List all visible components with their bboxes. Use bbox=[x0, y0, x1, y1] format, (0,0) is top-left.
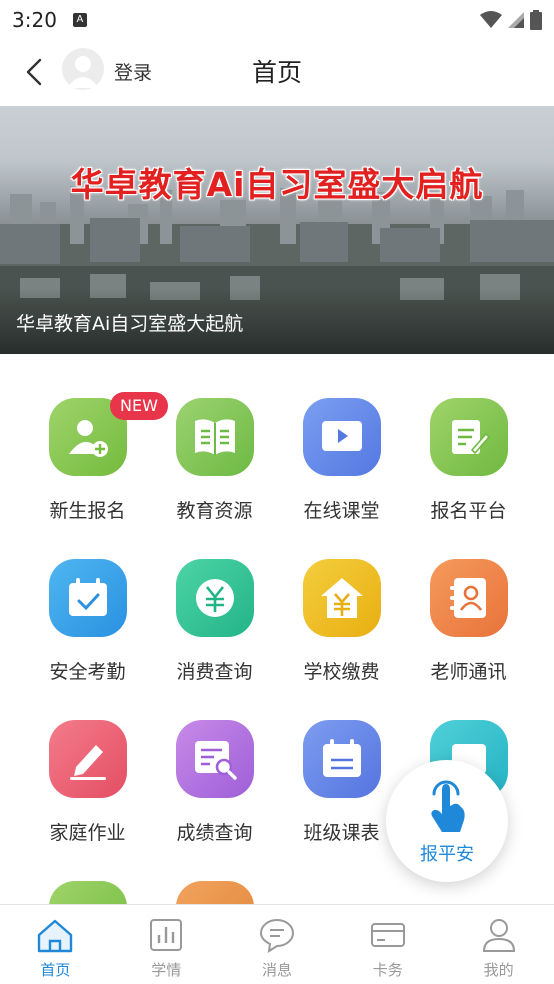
score-search-icon bbox=[176, 720, 254, 798]
message-icon bbox=[259, 918, 294, 953]
status-time: 3:20 bbox=[12, 8, 57, 32]
tab-study-status[interactable]: 学情 bbox=[111, 905, 222, 984]
back-button[interactable] bbox=[14, 52, 54, 92]
battery-icon bbox=[530, 10, 542, 30]
feature-consumption-query[interactable]: 消费查询 bbox=[151, 515, 278, 683]
user-icon bbox=[482, 919, 515, 952]
tab-label: 学情 bbox=[151, 961, 182, 979]
tab-label: 我的 bbox=[483, 961, 514, 979]
feature-row4-tile-2[interactable] bbox=[151, 837, 278, 904]
feature-education-resources[interactable]: 教育资源 bbox=[151, 354, 278, 522]
notification-a-icon: A bbox=[72, 13, 87, 27]
card-icon bbox=[370, 923, 405, 947]
home-icon bbox=[38, 919, 73, 953]
book-icon bbox=[176, 398, 254, 476]
edit-document-icon bbox=[430, 398, 508, 476]
feature-registration-platform[interactable]: 报名平台 bbox=[405, 354, 532, 522]
feature-row4-tile-1[interactable] bbox=[24, 837, 151, 904]
feature-class-schedule[interactable]: 班级课表 bbox=[278, 676, 405, 844]
wifi-icon bbox=[480, 11, 502, 28]
signal-icon bbox=[508, 12, 524, 28]
tab-home[interactable]: 首页 bbox=[0, 905, 111, 984]
promo-banner[interactable]: 华卓教育Ai自习室盛大启航 华卓教育Ai自习室盛大起航 bbox=[0, 106, 554, 354]
bottom-tab-bar: 首页 学情 消息 卡务 我的 bbox=[0, 904, 554, 984]
contacts-book-icon bbox=[430, 559, 508, 637]
partial-green-icon bbox=[49, 881, 127, 904]
tab-label: 首页 bbox=[40, 961, 71, 979]
status-bar: 3:20 A bbox=[0, 0, 554, 40]
banner-headline: 华卓教育Ai自习室盛大启航 bbox=[70, 165, 484, 204]
report-safe-button[interactable]: 报平安 bbox=[386, 760, 508, 882]
banner-caption: 华卓教育Ai自习室盛大起航 bbox=[16, 313, 244, 335]
back-arrow-icon bbox=[26, 58, 42, 86]
tap-hand-icon bbox=[431, 780, 465, 832]
partial-orange-icon bbox=[176, 881, 254, 904]
calendar-check-icon bbox=[49, 559, 127, 637]
bar-chart-icon bbox=[150, 919, 183, 951]
report-safe-label: 报平安 bbox=[420, 844, 474, 865]
feature-teacher-contacts[interactable]: 老师通讯 bbox=[405, 515, 532, 683]
feature-online-class[interactable]: 在线课堂 bbox=[278, 354, 405, 522]
pencil-icon bbox=[49, 720, 127, 798]
tab-messages[interactable]: 消息 bbox=[222, 905, 333, 984]
feature-new-student[interactable]: NEW 新生报名 bbox=[24, 354, 168, 522]
feature-school-fees[interactable]: 学校缴费 bbox=[278, 515, 405, 683]
feature-safety-attendance[interactable]: 安全考勤 bbox=[24, 515, 151, 683]
tab-profile[interactable]: 我的 bbox=[443, 905, 554, 984]
tab-label: 消息 bbox=[261, 961, 292, 979]
tab-label: 卡务 bbox=[372, 961, 403, 979]
yuan-coin-icon bbox=[176, 559, 254, 637]
default-avatar-icon bbox=[67, 56, 99, 88]
status-icons bbox=[480, 10, 542, 30]
app-header: 登录 首页 bbox=[0, 40, 554, 106]
avatar[interactable] bbox=[62, 48, 104, 90]
schedule-icon bbox=[303, 720, 381, 798]
feature-homework[interactable]: 家庭作业 bbox=[24, 676, 151, 844]
video-play-icon bbox=[303, 398, 381, 476]
school-fee-icon bbox=[303, 559, 381, 637]
tab-card-service[interactable]: 卡务 bbox=[332, 905, 443, 984]
login-link[interactable]: 登录 bbox=[114, 58, 152, 85]
feature-score-query[interactable]: 成绩查询 bbox=[151, 676, 278, 844]
